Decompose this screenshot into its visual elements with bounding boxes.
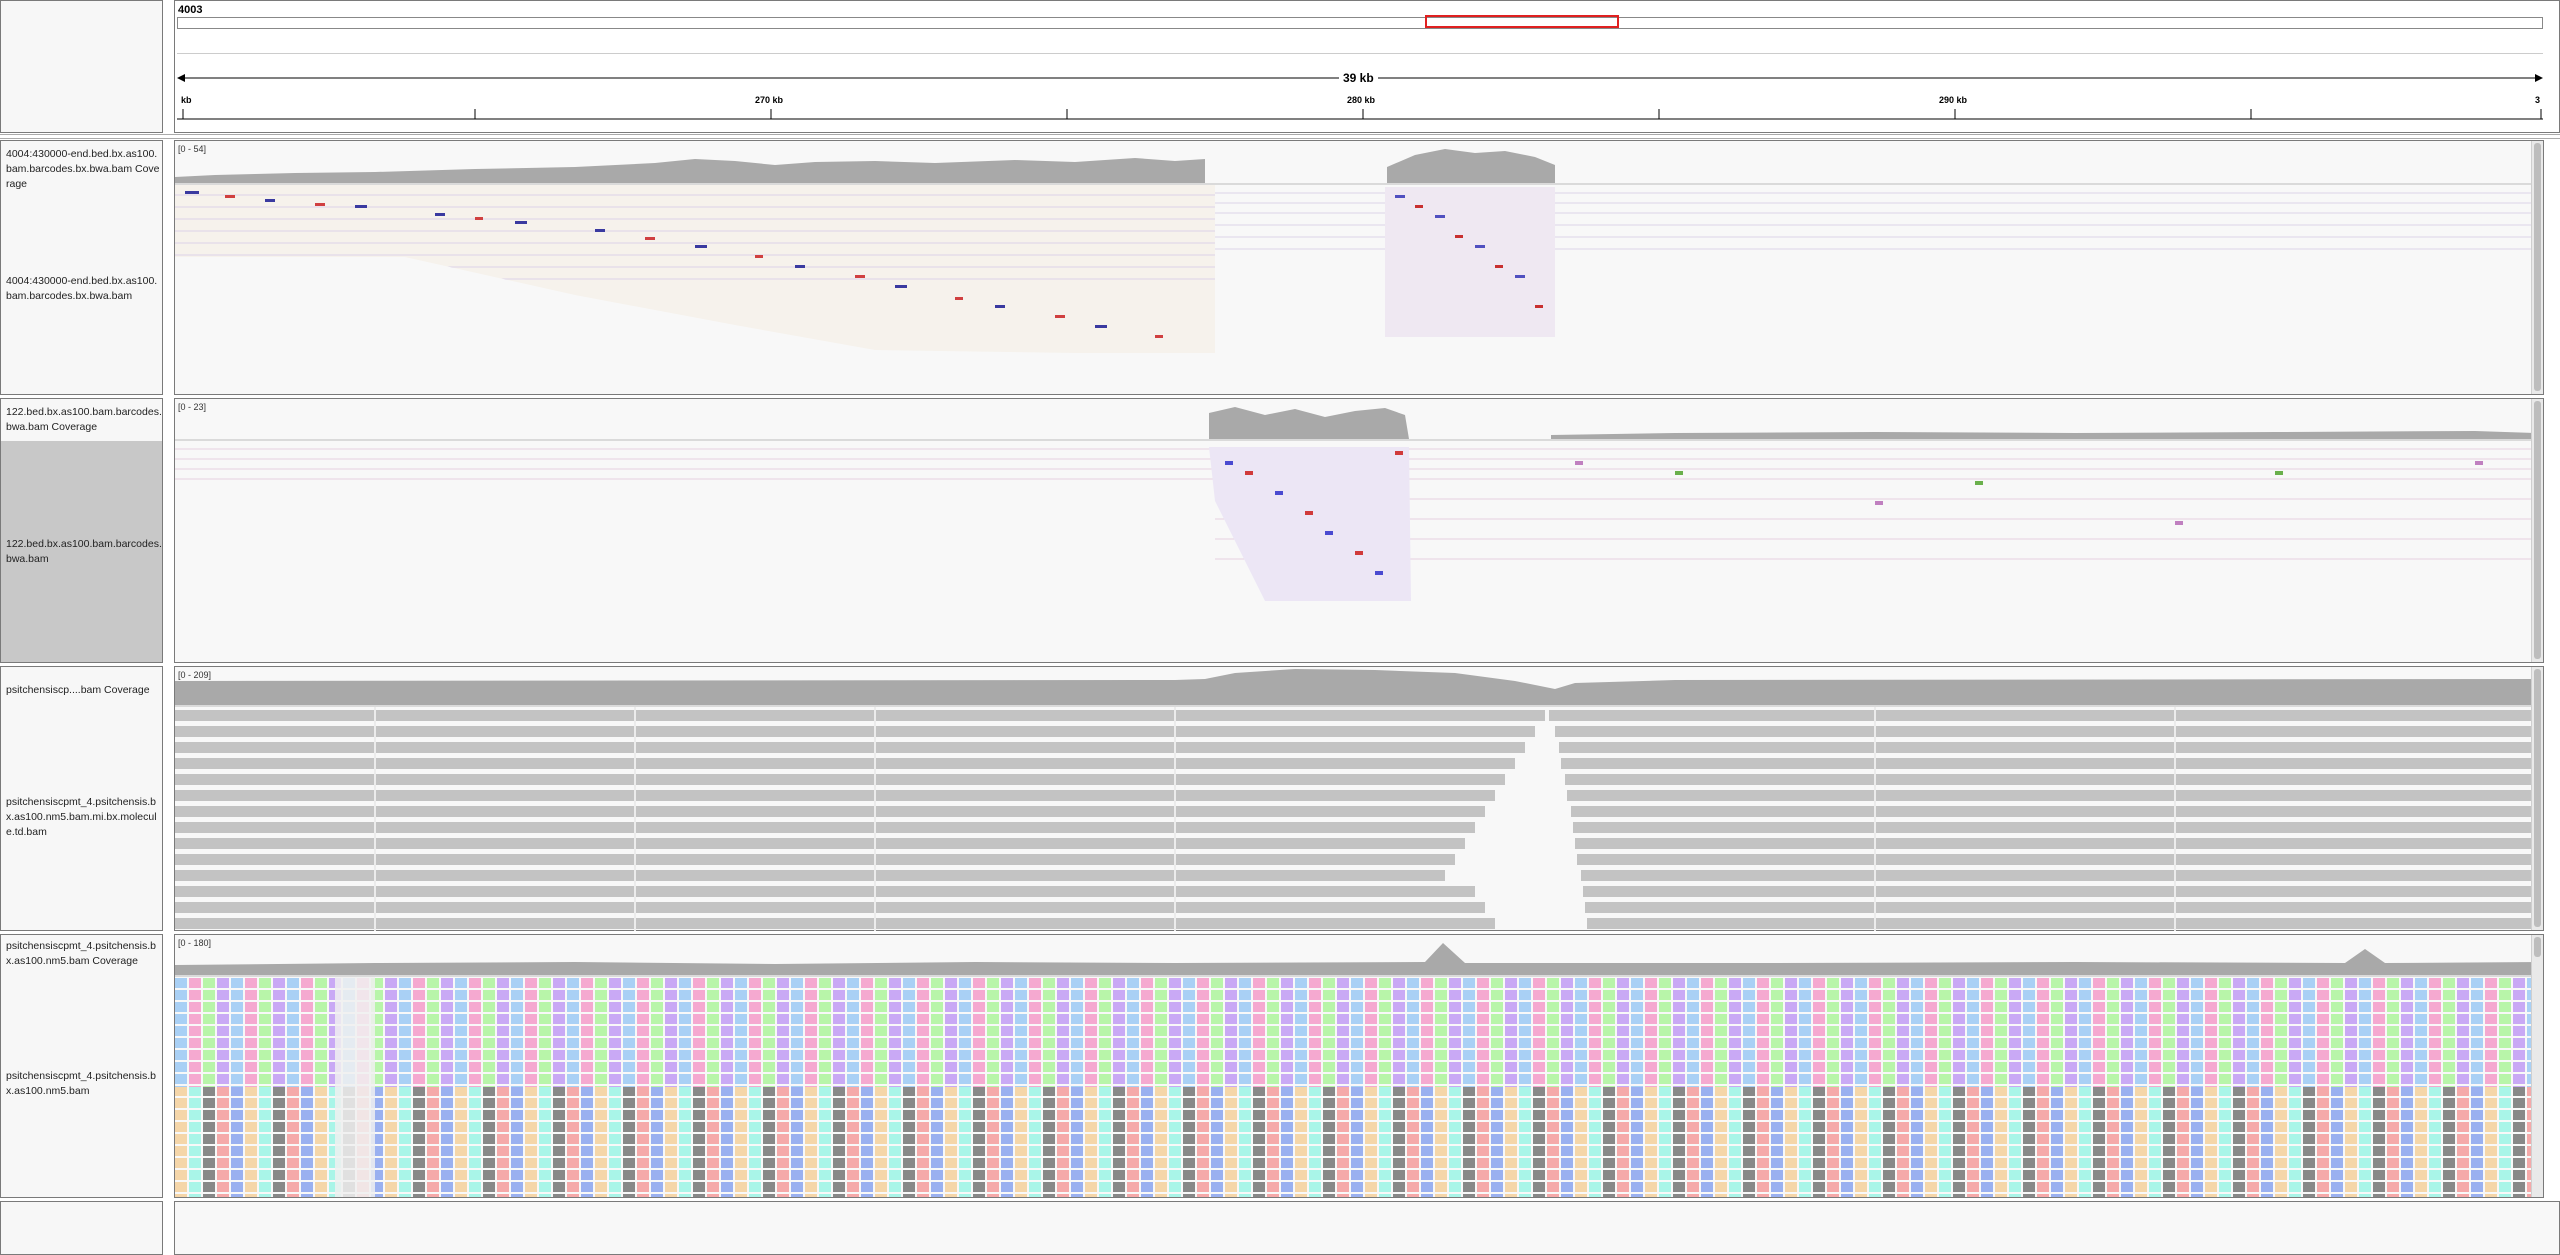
track1-coverage xyxy=(175,149,2543,185)
track2-alignments xyxy=(175,447,2543,601)
header-divider xyxy=(0,134,2560,139)
track3-scrollbar[interactable] xyxy=(2531,667,2543,930)
track3-name-panel[interactable]: psitchensiscp....bam Coverage psitchensi… xyxy=(0,666,163,931)
track1-coverage-name[interactable]: 4004:430000-end.bed.bx.as100.bam.barcode… xyxy=(6,147,162,192)
track4-data-panel[interactable]: [0 - 180] xyxy=(174,934,2544,1198)
track1-scrollbar[interactable] xyxy=(2531,141,2543,394)
chromosome-label: 4003 xyxy=(178,4,203,16)
track3-alignment-name[interactable]: psitchensiscpmt_4.psitchensis.bx.as100.n… xyxy=(6,795,162,840)
track2-alignment-name[interactable]: 122.bed.bx.as100.bam.barcodes.bwa.bam xyxy=(6,537,162,567)
track1-alignment-name[interactable]: 4004:430000-end.bed.bx.as100.bam.barcode… xyxy=(6,274,162,304)
track2-coverage-name[interactable]: 122.bed.bx.as100.bam.barcodes.bwa.bam Co… xyxy=(6,405,162,435)
track4-coverage xyxy=(175,943,2543,977)
track2-coverage xyxy=(175,407,2543,441)
span-label: 39 kb xyxy=(1339,71,1378,85)
track4-alignments xyxy=(175,977,2543,1197)
header-name-panel xyxy=(0,0,163,133)
current-region-box[interactable] xyxy=(1425,15,1619,28)
header-ruler-panel: 4003 39 kb kb 270 kb 280 kb 290 kb 3 xyxy=(174,0,2560,133)
track2-data-panel[interactable]: [0 - 23] xyxy=(174,398,2544,663)
tick-label: 290 kb xyxy=(1939,95,1968,105)
track4-scrollbar[interactable] xyxy=(2531,935,2543,1197)
ideogram-separator xyxy=(177,53,2543,54)
tick-label: kb xyxy=(181,95,192,105)
track4-alignment-name[interactable]: psitchensiscpmt_4.psitchensis.bx.as100.n… xyxy=(6,1069,162,1099)
track1-name-panel[interactable]: 4004:430000-end.bed.bx.as100.bam.barcode… xyxy=(0,140,163,395)
feature-data-panel[interactable] xyxy=(174,1201,2560,1255)
track2-name-panel[interactable]: 122.bed.bx.as100.bam.barcodes.bwa.bam Co… xyxy=(0,398,163,663)
track4-coverage-name[interactable]: psitchensiscpmt_4.psitchensis.bx.as100.n… xyxy=(6,939,162,969)
track3-coverage xyxy=(175,669,2543,707)
track3-alignments xyxy=(175,707,2543,931)
chromosome-ideogram[interactable] xyxy=(177,17,2543,29)
track3-coverage-name[interactable]: psitchensiscp....bam Coverage xyxy=(6,683,162,698)
track1-alignments xyxy=(175,185,2543,390)
track1-data-panel[interactable]: [0 - 54] xyxy=(174,140,2544,395)
track4-name-panel[interactable]: psitchensiscpmt_4.psitchensis.bx.as100.n… xyxy=(0,934,163,1198)
ruler-ticks xyxy=(177,109,2543,120)
tick-label: 3 xyxy=(2535,95,2541,105)
tick-label: 280 kb xyxy=(1347,95,1376,105)
tick-label: 270 kb xyxy=(755,95,784,105)
track2-scrollbar[interactable] xyxy=(2531,399,2543,662)
track3-data-panel[interactable]: [0 - 209] xyxy=(174,666,2544,931)
feature-name-panel xyxy=(0,1201,163,1255)
